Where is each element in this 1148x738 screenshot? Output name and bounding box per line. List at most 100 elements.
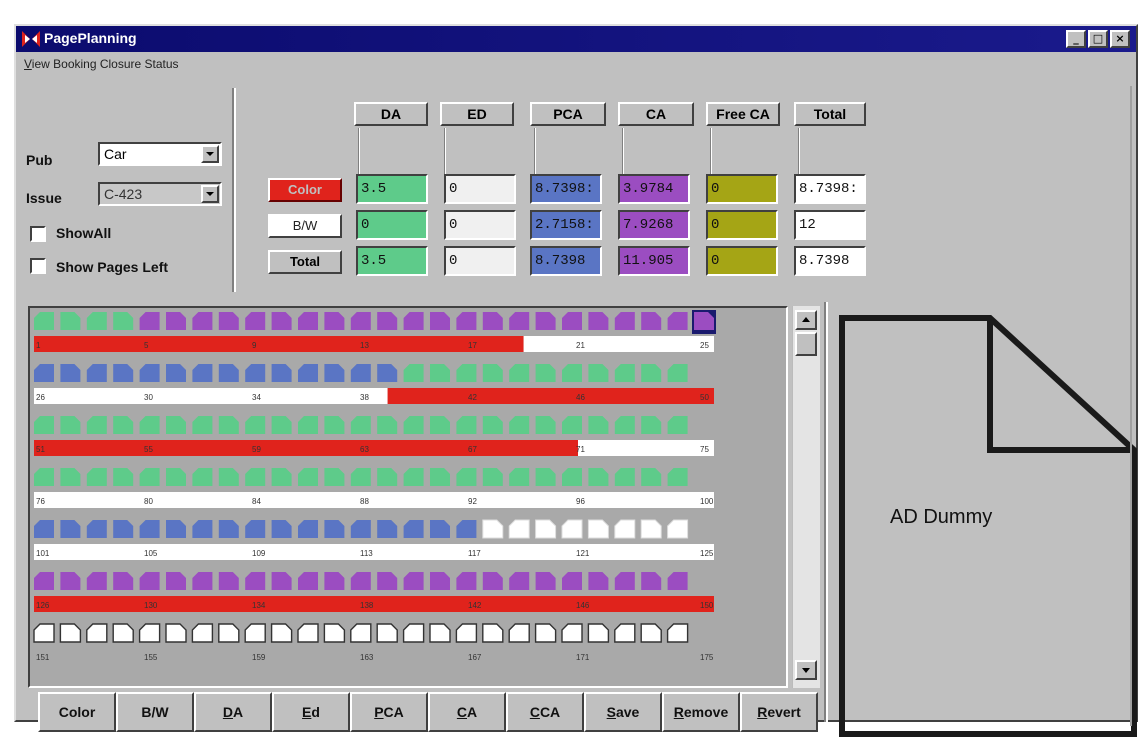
page-icon[interactable]	[430, 468, 450, 486]
page-icon[interactable]	[298, 520, 318, 538]
page-icon[interactable]	[614, 623, 636, 643]
page-icon[interactable]	[245, 312, 266, 330]
page-icon[interactable]	[86, 416, 107, 434]
show-all-checkbox[interactable]	[30, 226, 46, 242]
page-icon[interactable]	[113, 520, 134, 538]
page-icon[interactable]	[588, 364, 609, 382]
page-icon[interactable]	[641, 364, 662, 382]
page-icon[interactable]	[245, 520, 266, 538]
page-icon[interactable]	[455, 623, 478, 643]
page-icon[interactable]	[271, 312, 292, 330]
page-icon[interactable]	[324, 312, 345, 330]
page-icon[interactable]	[34, 312, 54, 330]
page-icon[interactable]	[245, 364, 266, 382]
page-icon[interactable]	[640, 519, 662, 539]
page-icon[interactable]	[244, 623, 266, 643]
page-icon[interactable]	[588, 468, 609, 486]
page-icon[interactable]	[587, 519, 609, 539]
page-icon[interactable]	[535, 468, 556, 486]
page-icon[interactable]	[166, 416, 186, 434]
color-button[interactable]: Color	[38, 692, 116, 732]
scroll-up-button[interactable]	[795, 310, 817, 330]
page-icon[interactable]	[403, 312, 424, 330]
page-icon[interactable]	[403, 416, 424, 434]
page-icon[interactable]	[245, 572, 266, 590]
page-icon[interactable]	[113, 468, 134, 486]
page-icon[interactable]	[430, 312, 450, 330]
page-icon[interactable]	[508, 623, 530, 643]
page-icon[interactable]	[403, 572, 424, 590]
page-icon[interactable]	[166, 572, 186, 590]
page-icon[interactable]	[535, 312, 556, 330]
ca-button[interactable]: CA	[428, 692, 506, 732]
page-icon[interactable]	[324, 520, 345, 538]
page-icon[interactable]	[667, 364, 688, 382]
page-icon[interactable]	[192, 468, 213, 486]
page-icon[interactable]	[218, 364, 239, 382]
page-icon[interactable]	[86, 468, 107, 486]
page-icon[interactable]	[271, 572, 292, 590]
page-icon[interactable]	[377, 312, 398, 330]
page-icon[interactable]	[377, 364, 398, 382]
page-icon[interactable]	[614, 572, 635, 590]
page-icon[interactable]	[403, 520, 424, 538]
page-icon[interactable]	[324, 572, 345, 590]
page-icon[interactable]	[192, 572, 213, 590]
page-icon[interactable]	[692, 310, 716, 334]
page-icon[interactable]	[218, 312, 239, 330]
page-icon[interactable]	[430, 520, 450, 538]
page-icon[interactable]	[60, 468, 81, 486]
page-icon[interactable]	[535, 416, 556, 434]
page-icon[interactable]	[245, 416, 266, 434]
bw-button[interactable]: B/W	[116, 692, 194, 732]
page-icon[interactable]	[561, 519, 583, 539]
minimize-button[interactable]: _	[1066, 30, 1086, 48]
page-icon[interactable]	[641, 468, 662, 486]
page-icon[interactable]	[535, 519, 557, 539]
page-icon[interactable]	[667, 519, 689, 539]
scroll-down-button[interactable]	[795, 660, 817, 680]
page-icon[interactable]	[482, 519, 504, 539]
scroll-thumb[interactable]	[795, 332, 817, 356]
page-icon[interactable]	[192, 520, 213, 538]
remove-button[interactable]: Remove	[662, 692, 740, 732]
row-color-button[interactable]: Color	[268, 178, 342, 202]
page-icon[interactable]	[113, 312, 134, 330]
page-icon[interactable]	[271, 468, 292, 486]
page-icon[interactable]	[641, 572, 662, 590]
page-icon[interactable]	[139, 468, 160, 486]
page-icon[interactable]	[641, 416, 662, 434]
page-icon[interactable]	[482, 572, 503, 590]
row-total-button[interactable]: Total	[268, 250, 342, 274]
page-icon[interactable]	[60, 416, 81, 434]
issue-select[interactable]: C-423	[98, 182, 222, 206]
page-icon[interactable]	[139, 312, 160, 330]
page-icon[interactable]	[562, 312, 582, 330]
page-icon[interactable]	[614, 416, 635, 434]
page-icon[interactable]	[139, 416, 160, 434]
page-icon[interactable]	[587, 623, 610, 643]
page-icon[interactable]	[139, 520, 160, 538]
page-icon[interactable]	[350, 312, 371, 330]
pca-button[interactable]: PCA	[350, 692, 428, 732]
page-icon[interactable]	[324, 364, 345, 382]
page-icon[interactable]	[86, 572, 107, 590]
page-icon[interactable]	[271, 416, 292, 434]
page-icon[interactable]	[218, 520, 239, 538]
page-icon[interactable]	[350, 364, 371, 382]
page-icon[interactable]	[34, 468, 54, 486]
page-icon[interactable]	[377, 572, 398, 590]
page-icon[interactable]	[377, 520, 398, 538]
cca-button[interactable]: CCA	[506, 692, 584, 732]
page-icon[interactable]	[666, 623, 689, 643]
page-icon[interactable]	[456, 416, 477, 434]
page-icon[interactable]	[113, 364, 134, 382]
page-icon[interactable]	[86, 520, 107, 538]
page-icon[interactable]	[456, 520, 477, 538]
page-icon[interactable]	[641, 312, 662, 330]
page-icon[interactable]	[535, 572, 556, 590]
chevron-down-icon[interactable]	[201, 185, 219, 203]
page-icon[interactable]	[270, 623, 293, 643]
page-icon[interactable]	[588, 416, 609, 434]
page-icon[interactable]	[86, 623, 108, 643]
